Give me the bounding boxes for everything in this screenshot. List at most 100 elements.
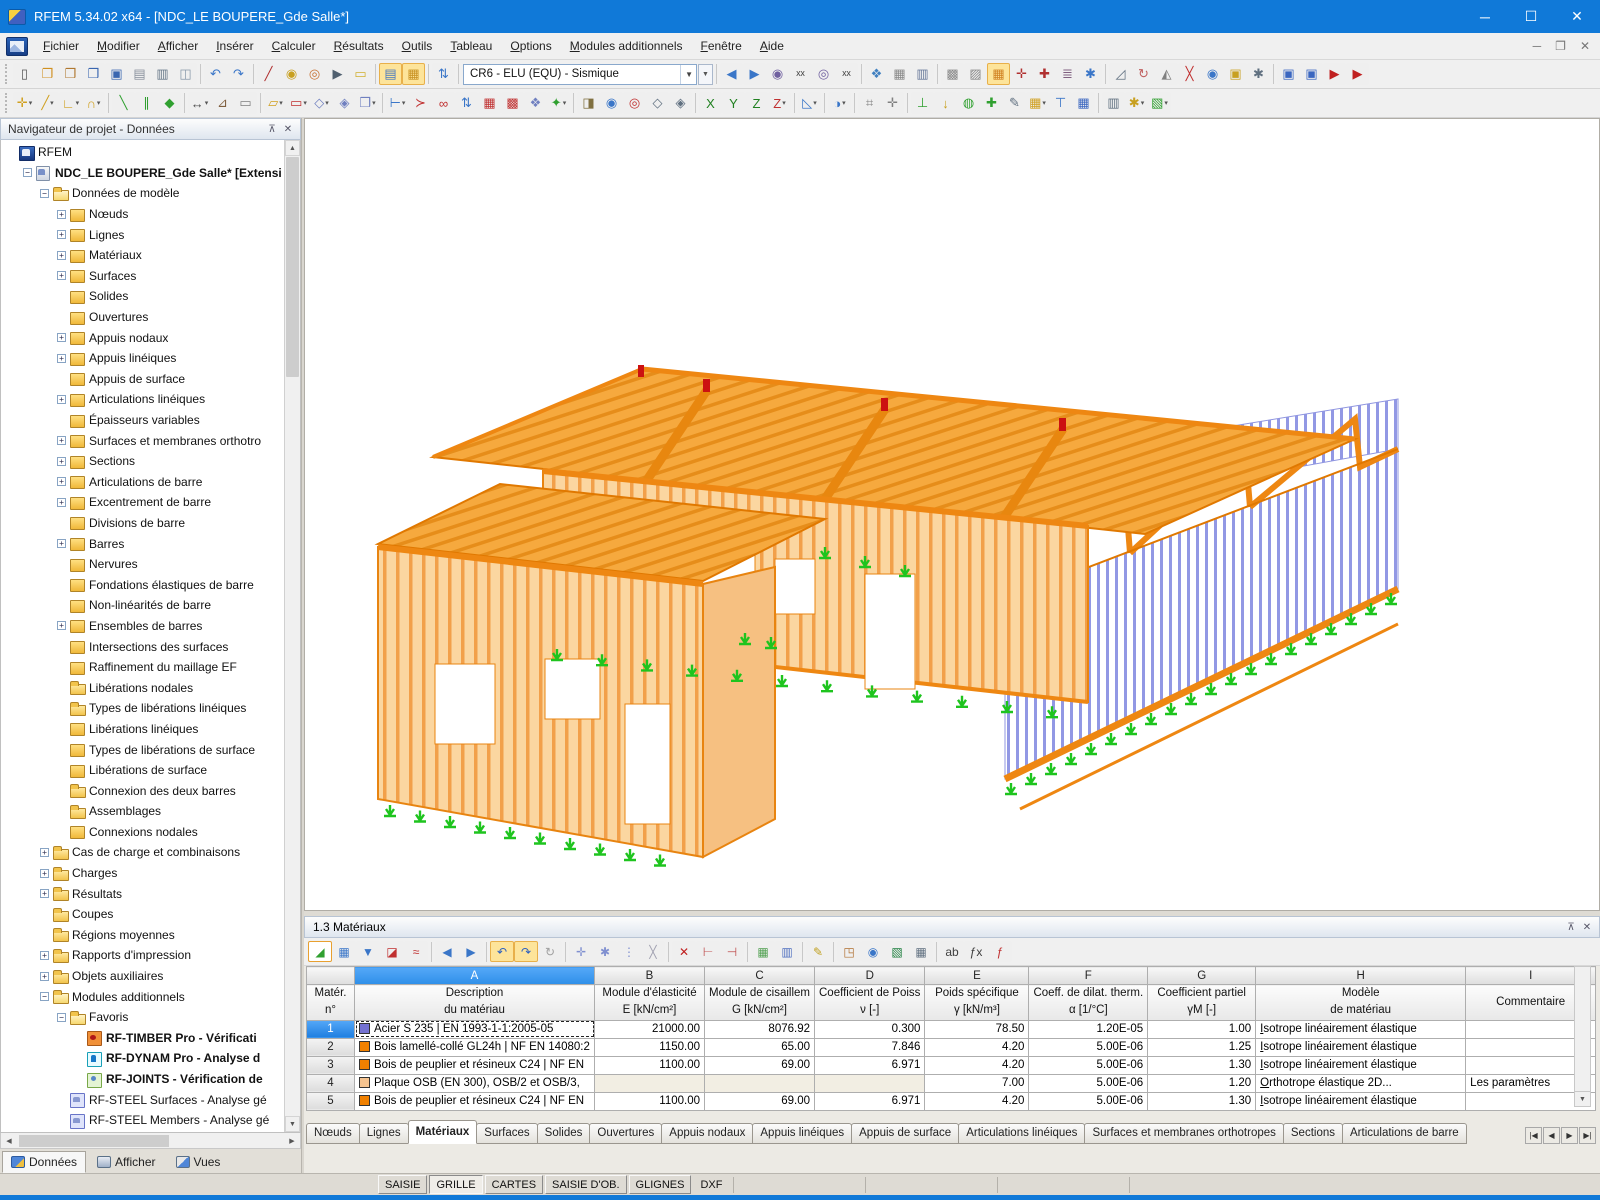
material-description-cell[interactable]: Bois de peuplier et résineux C24 | NF EN <box>355 1056 595 1074</box>
tree-item-liberations-nodales[interactable]: Libérations nodales <box>1 677 300 698</box>
chevron-down-icon[interactable]: ▾ <box>76 99 80 107</box>
row-number[interactable]: 4 <box>307 1074 355 1092</box>
tree-item-non-linearites-de-barre[interactable]: Non-linéarités de barre <box>1 595 300 616</box>
value-cell[interactable]: 1.20E-05 <box>1029 1020 1148 1038</box>
menu-aide[interactable]: Aide <box>751 35 793 57</box>
insert-arc-icon[interactable]: ∩▾ <box>82 92 105 114</box>
row-insert-icon[interactable]: ✛ <box>569 941 593 962</box>
material-description-cell[interactable]: Bois lamellé-collé GL24h | NF EN 14080:2 <box>355 1038 595 1056</box>
dimension-angle-icon[interactable]: ⊿ <box>211 92 234 114</box>
visibility-icon[interactable]: ◑▾ <box>828 92 851 114</box>
menu-inserer[interactable]: Insérer <box>207 35 262 57</box>
value-cell[interactable]: 4.20 <box>925 1056 1029 1074</box>
mirror-icon[interactable]: ◭ <box>1155 63 1178 85</box>
tree-expand-icon[interactable]: + <box>57 457 66 466</box>
tree-item-regions-moyennes[interactable]: Régions moyennes <box>1 925 300 946</box>
value-cell[interactable]: 21000.00 <box>595 1020 705 1038</box>
toolbar-grip[interactable] <box>5 93 10 113</box>
chevron-down-icon[interactable]: ▾ <box>205 99 209 107</box>
tree-item-intersections-des-surfaces[interactable]: Intersections des surfaces <box>1 636 300 657</box>
tree-item-appuis-lineiques[interactable]: +Appuis linéiques <box>1 348 300 369</box>
tree-item-n-uds[interactable]: +Nœuds <box>1 204 300 225</box>
tree-item-divisions-de-barre[interactable]: Divisions de barre <box>1 513 300 534</box>
tab-next-icon[interactable]: ▶ <box>1561 1127 1578 1144</box>
column-letter-g[interactable]: G <box>1148 967 1256 985</box>
row-clear-icon[interactable]: ╳ <box>641 941 665 962</box>
value-cell[interactable]: 1.00 <box>1148 1020 1256 1038</box>
pin-icon[interactable]: ⊼ <box>1563 919 1579 935</box>
value-cell[interactable]: 1150.00 <box>595 1038 705 1056</box>
print-icon[interactable]: ▥ <box>151 63 174 85</box>
export-excel-icon[interactable]: ▧ <box>885 941 909 962</box>
table-filter-wave-icon[interactable]: ≈ <box>404 941 428 962</box>
row-cut-right-icon[interactable]: ⊣ <box>720 941 744 962</box>
chevron-down-icon[interactable]: ▾ <box>782 99 786 107</box>
tree-item-liberations-lineiques[interactable]: Libérations linéiques <box>1 719 300 740</box>
tree-item-rfem[interactable]: RFEM <box>1 142 300 163</box>
regenerate-icon[interactable]: ⇅ <box>432 63 455 85</box>
new-comment-icon[interactable]: ▭ <box>349 63 372 85</box>
tree-item-surfaces[interactable]: +Surfaces <box>1 266 300 287</box>
material-model-cell[interactable]: Isotrope linéairement élastique <box>1256 1056 1466 1074</box>
table-undo-icon[interactable]: ↶ <box>490 941 514 962</box>
tree-expand-icon[interactable]: + <box>57 436 66 445</box>
insert-surface-member-icon[interactable]: ◆ <box>158 92 181 114</box>
status-toggle-glignes[interactable]: GLIGNES <box>629 1175 692 1194</box>
table-layout-icon[interactable]: ▦ <box>1072 92 1095 114</box>
calc-settings-icon[interactable]: ✱ <box>1079 63 1102 85</box>
tree-item-objets-auxiliaires[interactable]: +Objets auxiliaires <box>1 966 300 987</box>
fe-mesh-1-icon[interactable]: ✛ <box>1010 63 1033 85</box>
jump-out-icon[interactable]: ▶ <box>1346 63 1369 85</box>
chevron-down-icon[interactable]: ▾ <box>1141 99 1145 107</box>
tree-item-types-de-liberations-lineiques[interactable]: Types de libérations linéiques <box>1 698 300 719</box>
point-coords-icon[interactable]: ˣˣ <box>835 63 858 85</box>
work-plane-icon[interactable]: ◺▾ <box>798 92 821 114</box>
menu-modifier[interactable]: Modifier <box>88 35 149 57</box>
generate-structure-icon[interactable]: ❖ <box>524 92 547 114</box>
tree-expand-icon[interactable]: + <box>57 539 66 548</box>
material-model-cell[interactable]: Orthotrope élastique 2D... <box>1256 1074 1466 1092</box>
tree-item-ndc-le-boupere-gde-salle-extensi[interactable]: −NDC_LE BOUPERE_Gde Salle* [Extensi <box>1 163 300 184</box>
fx-formula-icon[interactable]: ƒx <box>964 941 988 962</box>
menu-outils[interactable]: Outils <box>393 35 442 57</box>
table-tab-lignes[interactable]: Lignes <box>359 1123 409 1144</box>
tree-expand-icon[interactable]: − <box>40 189 49 198</box>
column-letter-c[interactable]: C <box>705 967 815 985</box>
tree-item-articulations-de-barre[interactable]: +Articulations de barre <box>1 472 300 493</box>
material-description-cell[interactable]: Acier S 235 | EN 1993-1-1:2005-05 <box>355 1020 595 1038</box>
value-cell[interactable]: 1.30 <box>1148 1092 1256 1110</box>
value-cell[interactable]: 8076.92 <box>705 1020 815 1038</box>
load-case-combobox[interactable]: CR6 - ELU (EQU) - Sismique▼ <box>463 64 697 85</box>
solid-view-icon[interactable]: ◍ <box>957 92 980 114</box>
save-icon[interactable]: ▣ <box>105 63 128 85</box>
mesh-generate-icon[interactable]: ▦ <box>987 63 1010 85</box>
tree-item-charges[interactable]: +Charges <box>1 863 300 884</box>
load-case-dropdown-button[interactable]: ▼ <box>698 64 713 85</box>
pick-object-icon[interactable]: ▶ <box>326 63 349 85</box>
fe-mesh-3-icon[interactable]: ≣ <box>1056 63 1079 85</box>
table-settings-icon[interactable]: ▦ <box>332 941 356 962</box>
tree-item-favoris[interactable]: −Favoris <box>1 1007 300 1028</box>
mesh-points-icon[interactable]: ▩ <box>941 63 964 85</box>
value-cell[interactable]: 5.00E-06 <box>1029 1092 1148 1110</box>
join-members-icon[interactable]: ∞ <box>432 92 455 114</box>
rotate-solid-icon[interactable]: ◈ <box>333 92 356 114</box>
chevron-down-icon[interactable]: ▾ <box>97 99 101 107</box>
tree-item-excentrement-de-barre[interactable]: +Excentrement de barre <box>1 492 300 513</box>
tree-item-solides[interactable]: Solides <box>1 286 300 307</box>
tree-tool-icon[interactable]: ✦▾ <box>547 92 570 114</box>
table-tab-articulations-de-barre[interactable]: Articulations de barre <box>1342 1123 1467 1144</box>
new-solid-icon[interactable]: ◇▾ <box>310 92 333 114</box>
tree-vertical-scrollbar[interactable]: ▲ ▼ <box>284 140 300 1132</box>
mesh-settings-icon[interactable]: ▨ <box>964 63 987 85</box>
tree-item-lignes[interactable]: +Lignes <box>1 224 300 245</box>
navigator-tab-vues[interactable]: Vues <box>167 1151 230 1173</box>
tab-last-icon[interactable]: ▶| <box>1579 1127 1596 1144</box>
material-description-cell[interactable]: Bois de peuplier et résineux C24 | NF EN <box>355 1092 595 1110</box>
column-letter-h[interactable]: H <box>1256 967 1466 985</box>
table-tab-ouvertures[interactable]: Ouvertures <box>589 1123 662 1144</box>
view-z-icon[interactable]: Z <box>745 92 768 114</box>
value-cell[interactable]: 1.20 <box>1148 1074 1256 1092</box>
value-cell[interactable]: 1.30 <box>1148 1056 1256 1074</box>
view-iso-icon[interactable]: ◇ <box>646 92 669 114</box>
